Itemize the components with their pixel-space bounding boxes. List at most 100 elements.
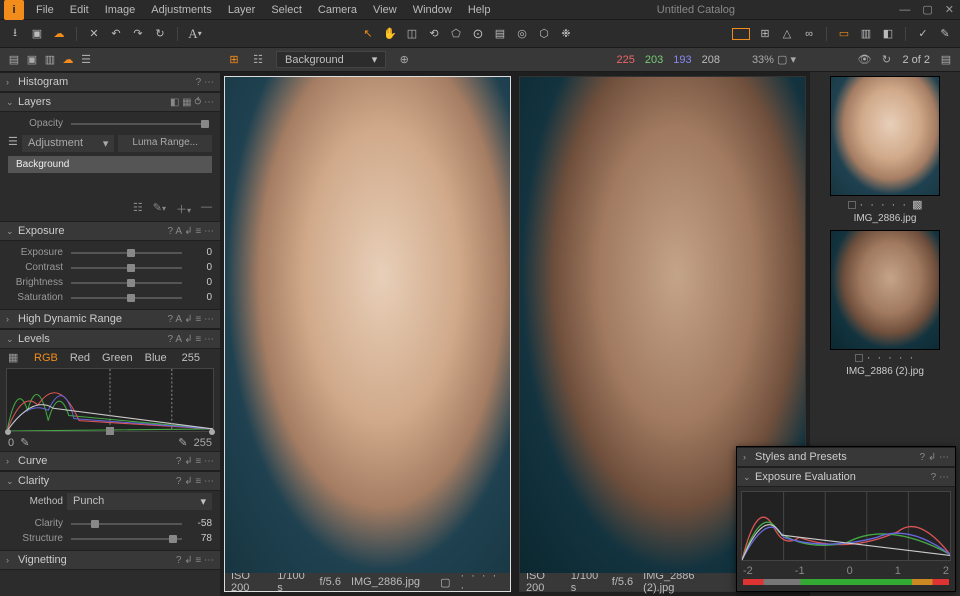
tool-brush-icon[interactable]: ✎▾ [153, 201, 166, 217]
highlight-warning-icon[interactable] [732, 28, 750, 40]
before-after-icon[interactable]: ◧ [881, 27, 895, 41]
curve-header[interactable]: ›Curve ? ↲ ≡ ⋯ [0, 451, 220, 471]
reset-icon[interactable]: ↻ [153, 27, 167, 41]
levels-histogram[interactable] [6, 368, 214, 432]
clarity-method-dropdown[interactable]: Punch▾ [67, 493, 212, 510]
menu-camera[interactable]: Camera [310, 4, 365, 16]
metadata-tab-icon[interactable]: ☰ [80, 54, 92, 66]
add-icon[interactable]: ⊕ [398, 54, 410, 66]
viewer-left[interactable]: ISO 200 1/100 s f/5.6 IMG_2886.jpg ▢ · ·… [224, 76, 511, 592]
focus-mask-icon[interactable]: ∞ [802, 27, 816, 41]
sync-icon[interactable]: ↻ [880, 54, 892, 66]
levels-header[interactable]: ⌄Levels ? A ↲ ≡ ⋯ [0, 329, 220, 349]
layer-selector[interactable]: Background▾ [276, 51, 386, 68]
window-maximize[interactable]: ▢ [916, 3, 938, 16]
tool-remove-icon[interactable]: — [201, 201, 212, 217]
gradient-icon[interactable]: ▤ [493, 27, 507, 41]
grid-icon[interactable]: ⊞ [758, 27, 772, 41]
library-tab-icon[interactable]: ▤ [8, 54, 20, 66]
vb-shutter: 1/100 s [277, 570, 309, 594]
menu-adjustments[interactable]: Adjustments [143, 4, 220, 16]
tool-menu-icon[interactable]: ☷ [133, 201, 143, 217]
vb-filename: IMG_2886.jpg [351, 576, 420, 588]
view-grid-icon[interactable]: ⊞ [228, 54, 240, 66]
tool-add-icon[interactable]: ＋▾ [176, 201, 191, 217]
text-tool-icon[interactable]: A▾ [188, 27, 202, 41]
undo-icon[interactable]: ↶ [109, 27, 123, 41]
canvas-left[interactable] [225, 77, 510, 573]
zoom-value[interactable]: 33% ▢ ▾ [752, 53, 796, 66]
channel-red[interactable]: Red [70, 352, 90, 364]
channel-rgb[interactable]: RGB [34, 352, 58, 364]
vb-rating[interactable]: · · · · · [460, 570, 504, 594]
hand-icon[interactable]: ✋ [383, 27, 397, 41]
exposure-eval-histogram [741, 491, 951, 561]
saturation-slider[interactable] [71, 297, 182, 299]
layer-background[interactable]: Background [8, 156, 212, 173]
folder-tab-icon[interactable]: ▣ [26, 54, 38, 66]
crop-icon[interactable]: ◫ [405, 27, 419, 41]
hdr-header[interactable]: ›High Dynamic Range ? A ↲ ≡ ⋯ [0, 309, 220, 329]
cloud-icon[interactable]: ☁ [52, 27, 66, 41]
opacity-slider[interactable] [71, 123, 208, 125]
redo-icon[interactable]: ↷ [131, 27, 145, 41]
structure-slider[interactable] [71, 538, 182, 540]
spot-icon[interactable]: ⊙ [471, 27, 485, 41]
close-x-icon[interactable]: ✕ [87, 27, 101, 41]
menu-window[interactable]: Window [405, 4, 460, 16]
exposure-slider[interactable] [71, 252, 182, 254]
view-list-icon[interactable]: ☷ [252, 54, 264, 66]
heal-icon[interactable]: ❉ [559, 27, 573, 41]
window-minimize[interactable]: — [893, 4, 916, 16]
clarity-header[interactable]: ⌄Clarity ? ↲ ≡ ⋯ [0, 471, 220, 491]
menu-view[interactable]: View [365, 4, 405, 16]
thumbnail-2[interactable]: · · · · · IMG_2886 (2).jpg [814, 230, 956, 377]
vignetting-header[interactable]: ›Vignetting ? ↲ ≡ ⋯ [0, 550, 220, 570]
histogram-header[interactable]: ›Histogram ? ⋯ [0, 72, 220, 92]
camera-icon[interactable]: ▣ [30, 27, 44, 41]
channel-green[interactable]: Green [102, 352, 133, 364]
floating-panel: ›Styles and Presets ? ↲ ⋯ ⌄Exposure Eval… [736, 446, 956, 592]
keystone-icon[interactable]: ⬠ [449, 27, 463, 41]
menu-edit[interactable]: Edit [62, 4, 97, 16]
eye-icon[interactable]: 👁 [858, 54, 870, 66]
warning-icon[interactable]: △ [780, 27, 794, 41]
menubar: i File Edit Image Adjustments Layer Sele… [0, 0, 960, 20]
rotate-icon[interactable]: ⟲ [427, 27, 441, 41]
menu-select[interactable]: Select [263, 4, 310, 16]
vb-tag-icon[interactable]: ▢ [440, 576, 450, 589]
menu-file[interactable]: File [28, 4, 62, 16]
luma-range-button[interactable]: Luma Range... [118, 135, 212, 152]
channel-blue[interactable]: Blue [145, 352, 167, 364]
adjustment-dropdown[interactable]: Adjustment▾ [22, 135, 114, 152]
main-toolbar: ⭳ ▣ ☁ ✕ ↶ ↷ ↻ A▾ ↖ ✋ ◫ ⟲ ⬠ ⊙ ▤ ◎ ⬡ ❉ ⊞ △… [0, 20, 960, 48]
browser-counter: 2 of 2 [902, 54, 930, 66]
radial-icon[interactable]: ◎ [515, 27, 529, 41]
more-icon[interactable]: ▤ [940, 54, 952, 66]
import-icon[interactable]: ⭳ [8, 27, 22, 41]
tag-icon[interactable]: ✓ [916, 27, 930, 41]
eyedropper-icon[interactable]: ✎ [938, 27, 952, 41]
adjust-tab-icon[interactable]: ☁ [62, 54, 74, 66]
cursor-icon[interactable]: ↖ [361, 27, 375, 41]
viewer-area: ISO 200 1/100 s f/5.6 IMG_2886.jpg ▢ · ·… [220, 72, 810, 596]
brush-icon[interactable]: ⬡ [537, 27, 551, 41]
single-view-icon[interactable]: ▭ [837, 27, 851, 41]
clarity-slider[interactable] [71, 523, 182, 525]
menu-image[interactable]: Image [97, 4, 144, 16]
exposure-eval-header[interactable]: ⌄Exposure Evaluation ? ⋯ [737, 467, 955, 487]
contrast-slider[interactable] [71, 267, 182, 269]
layers-header[interactable]: ⌄Layers ◧ ▦ ⥀ ⋯ [0, 92, 220, 112]
menu-help[interactable]: Help [460, 4, 499, 16]
filter-tab-icon[interactable]: ▥ [44, 54, 56, 66]
brightness-slider[interactable] [71, 282, 182, 284]
levels-channels: ▦ RGB Red Green Blue 255 [0, 349, 220, 366]
exposure-header[interactable]: ⌄Exposure ? A ↲ ≡ ⋯ [0, 221, 220, 241]
exposure-eval-bar [743, 579, 949, 585]
multi-view-icon[interactable]: ▥ [859, 27, 873, 41]
thumbnail-1[interactable]: · · · · ·▩ IMG_2886.jpg [814, 76, 956, 224]
window-close[interactable]: ✕ [939, 3, 960, 16]
menu-layer[interactable]: Layer [220, 4, 264, 16]
app-logo: i [4, 0, 24, 20]
styles-header[interactable]: ›Styles and Presets ? ↲ ⋯ [737, 447, 955, 467]
